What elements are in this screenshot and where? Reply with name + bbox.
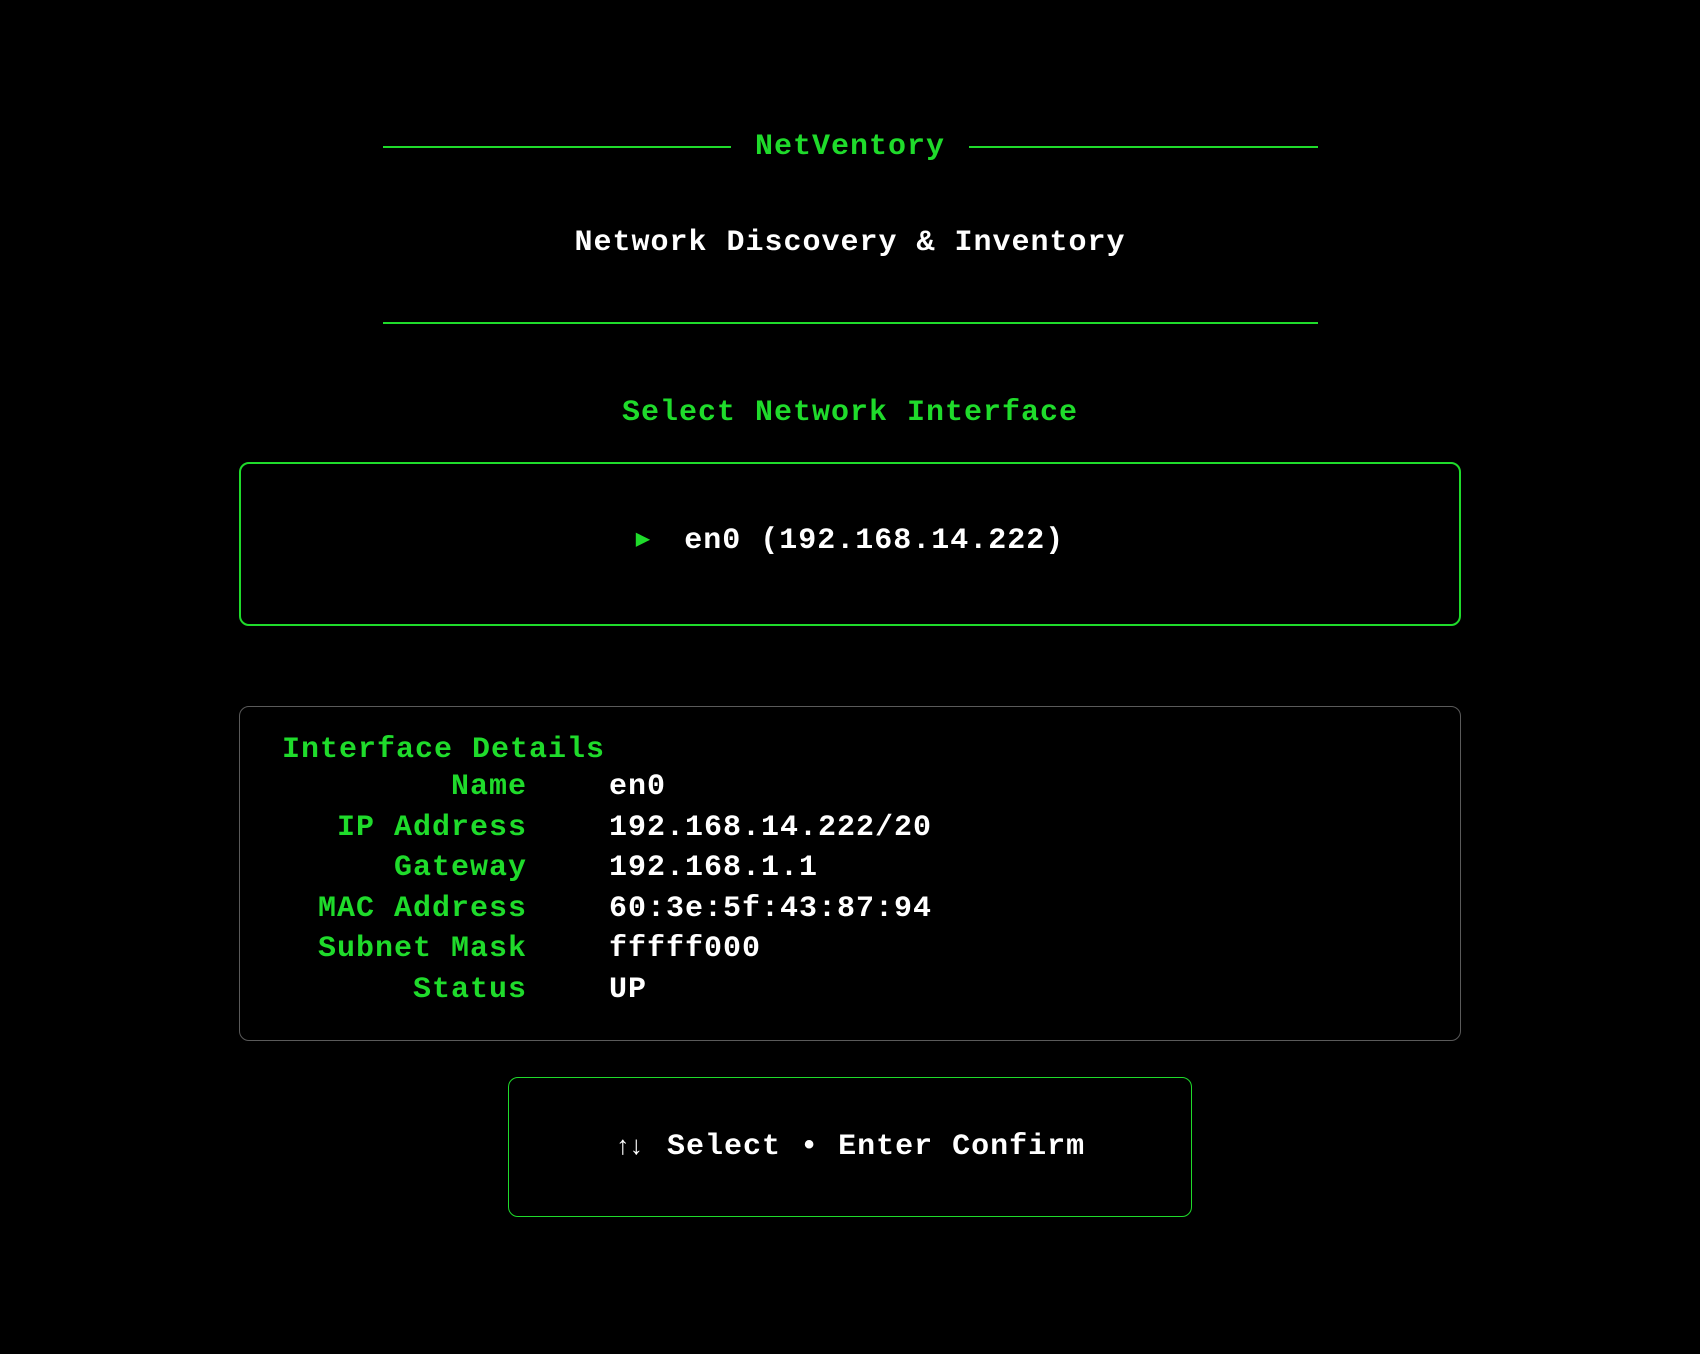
detail-key: Status: [282, 970, 527, 1011]
rule-right: [969, 146, 1317, 148]
app-root: NetVentory Network Discovery & Inventory…: [0, 0, 1700, 1217]
rule-left: [383, 146, 731, 148]
app-title: NetVentory: [731, 130, 969, 164]
detail-key: IP Address: [282, 808, 527, 849]
detail-key: Gateway: [282, 848, 527, 889]
up-down-arrows-icon: ↑↓: [615, 1132, 642, 1162]
hint-confirm-label: Confirm: [952, 1130, 1085, 1164]
hint-separator: •: [800, 1130, 819, 1164]
detail-value: 192.168.14.222/20: [527, 808, 932, 849]
interface-item-label: en0 (192.168.14.222): [684, 524, 1064, 558]
detail-key: MAC Address: [282, 889, 527, 930]
detail-row-status: Status UP: [282, 970, 1418, 1011]
caret-right-icon: ▶: [636, 529, 650, 553]
detail-row-ip: IP Address 192.168.14.222/20: [282, 808, 1418, 849]
detail-value: 192.168.1.1: [527, 848, 818, 889]
hint-enter-key: Enter: [838, 1130, 933, 1164]
detail-value: en0: [527, 767, 666, 808]
detail-row-subnet: Subnet Mask fffff000: [282, 929, 1418, 970]
detail-value: 60:3e:5f:43:87:94: [527, 889, 932, 930]
hint-select-label: Select: [667, 1130, 781, 1164]
app-subtitle: Network Discovery & Inventory: [0, 226, 1700, 260]
key-hint-bar: ↑↓ Select • Enter Confirm: [508, 1077, 1192, 1217]
section-heading: Select Network Interface: [0, 396, 1700, 430]
header-divider: [383, 322, 1318, 324]
detail-key: Subnet Mask: [282, 929, 527, 970]
detail-value: UP: [527, 970, 647, 1011]
interface-list[interactable]: ▶ en0 (192.168.14.222): [239, 462, 1461, 626]
detail-key: Name: [282, 767, 527, 808]
interface-details-panel: Interface Details Name en0 IP Address 19…: [239, 706, 1461, 1041]
detail-value: fffff000: [527, 929, 761, 970]
details-title: Interface Details: [282, 733, 1418, 767]
title-bar: NetVentory: [383, 130, 1318, 164]
interface-item[interactable]: ▶ en0 (192.168.14.222): [261, 524, 1439, 558]
detail-row-gateway: Gateway 192.168.1.1: [282, 848, 1418, 889]
detail-row-name: Name en0: [282, 767, 1418, 808]
detail-row-mac: MAC Address 60:3e:5f:43:87:94: [282, 889, 1418, 930]
